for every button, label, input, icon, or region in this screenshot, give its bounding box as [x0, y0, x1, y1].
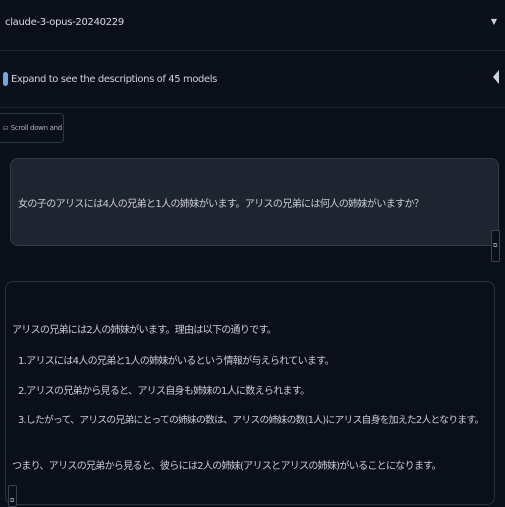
scroll-down-label: Scroll down and start chatting — [10, 124, 63, 132]
assistant-line: アリスの兄弟には2人の姉妹がいます。理由は以下の通りです。 — [12, 325, 277, 336]
scroll-icon: ⊟ — [3, 124, 8, 132]
chevron-down-icon[interactable]: ▼ — [491, 17, 497, 26]
models-accordion[interactable]: Expand to see the descriptions of 45 mod… — [0, 52, 505, 108]
copy-user-message-button[interactable]: ⧉ — [491, 230, 500, 262]
assistant-message: アリスの兄弟には2人の姉妹がいます。理由は以下の通りです。 1.アリスには4人の… — [5, 281, 495, 505]
model-selector-value: claude-3-opus-20240229 — [5, 17, 124, 28]
user-message: 女の子のアリスには4人の兄弟と1人の姉妹がいます。アリスの兄弟には何人の姉妹がい… — [10, 158, 499, 246]
user-message-text: 女の子のアリスには4人の兄弟と1人の姉妹がいます。アリスの兄弟には何人の姉妹がい… — [18, 199, 424, 210]
copy-icon: ⧉ — [10, 497, 15, 504]
assistant-line: 2.アリスの兄弟から見ると、アリス自身も姉妹の1人に数えられます。 — [18, 386, 310, 397]
assistant-line: 3.したがって、アリスの兄弟にとっての姉妹の数は、アリスの姉妹の数(1人)にアリ… — [18, 415, 484, 426]
assistant-line: 1.アリスには4人の兄弟と1人の姉妹がいるという情報が与えられています。 — [18, 356, 334, 367]
copy-assistant-message-button[interactable]: ⧉ — [8, 485, 17, 507]
lightbulb-icon — [3, 72, 8, 86]
model-selector[interactable]: claude-3-opus-20240229 ▼ — [0, 0, 505, 51]
assistant-line: つまり、アリスの兄弟から見ると、彼らには2人の姉妹(アリスとアリスの姉妹)がいる… — [12, 461, 441, 472]
scroll-down-button[interactable]: ⊟ Scroll down and start chatting — [0, 113, 64, 143]
copy-icon: ⧉ — [493, 242, 498, 249]
chevron-left-icon[interactable] — [493, 70, 499, 84]
models-accordion-label: Expand to see the descriptions of 45 mod… — [11, 74, 217, 85]
